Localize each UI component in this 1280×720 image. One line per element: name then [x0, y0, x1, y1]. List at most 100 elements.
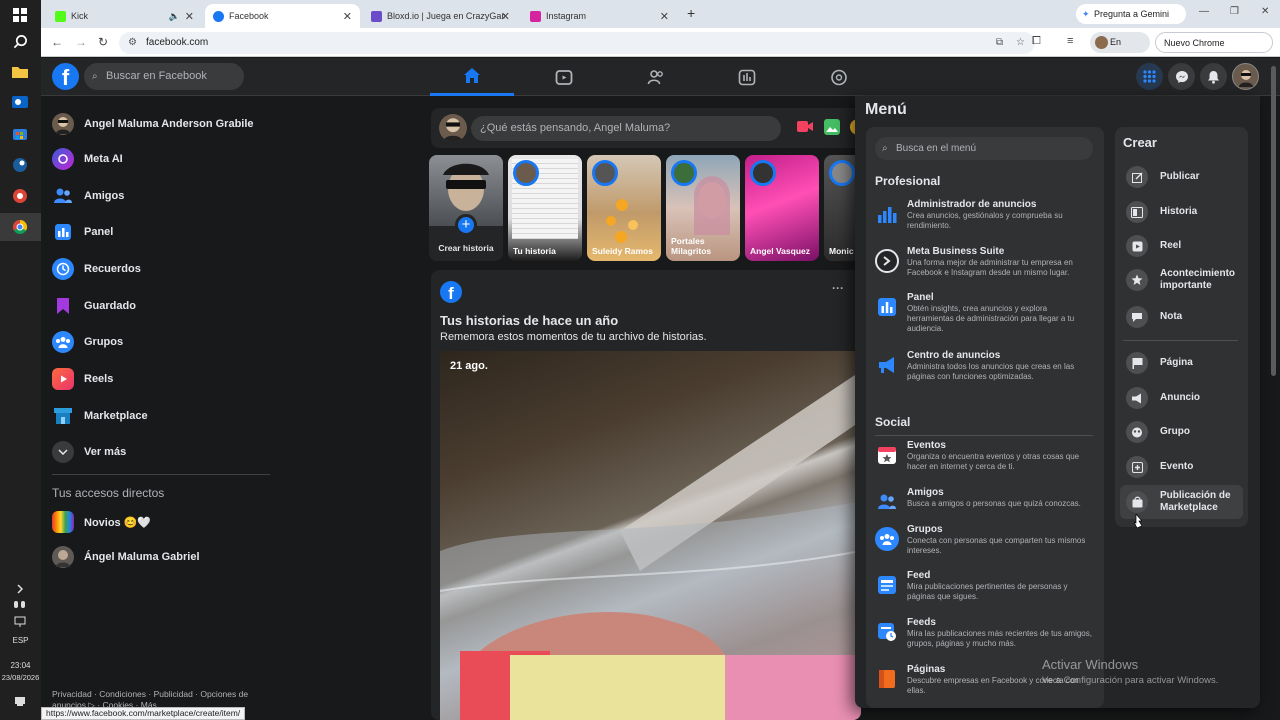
minimize-icon[interactable]: —: [1199, 6, 1209, 17]
add-story-icon[interactable]: +: [455, 214, 477, 236]
nav-dashboard-tab[interactable]: [705, 58, 789, 96]
sidebar-item-groups[interactable]: Grupos: [52, 328, 123, 356]
clock-time[interactable]: 23:04: [0, 661, 41, 670]
microphone-icon[interactable]: [9, 597, 31, 613]
create-ad-button[interactable]: Anuncio: [1120, 381, 1243, 415]
shortcut-label: Novios 😊🤍: [84, 516, 152, 529]
tab-kick[interactable]: Kick 🔈 ✕: [47, 4, 202, 28]
sidebar-item-friends[interactable]: Amigos: [52, 182, 124, 210]
nav-gaming-tab[interactable]: [797, 58, 881, 96]
sidebar-item-marketplace[interactable]: Marketplace: [52, 402, 148, 430]
audio-playing-icon[interactable]: 🔈: [169, 11, 180, 22]
close-tab-icon[interactable]: ✕: [185, 10, 194, 23]
memories-icon: [52, 258, 74, 280]
nav-video-tab[interactable]: [522, 58, 606, 96]
network-icon[interactable]: [9, 614, 31, 630]
menu-item-title: Centro de anuncios: [907, 350, 1001, 361]
create-reel-button[interactable]: Reel: [1120, 229, 1243, 263]
post-options-icon[interactable]: ···: [832, 281, 844, 295]
windows-start-icon[interactable]: [9, 4, 31, 26]
sidebar-item-reels[interactable]: Reels: [52, 365, 113, 393]
reload-icon[interactable]: ↻: [98, 35, 108, 49]
avatar[interactable]: [439, 114, 467, 142]
notifications-button[interactable]: [1200, 63, 1227, 90]
back-icon[interactable]: ←: [51, 35, 63, 49]
install-app-icon[interactable]: ⧉: [996, 32, 1003, 54]
speech-bubble-icon: [1126, 306, 1148, 328]
facebook-search-input[interactable]: ⌕ Buscar en Facebook: [84, 63, 244, 90]
create-item-label: Anuncio: [1160, 392, 1200, 403]
create-story-button[interactable]: Historia: [1120, 195, 1243, 229]
menu-item-desc: Crea anuncios, gestiónalos y comprueba s…: [907, 211, 1063, 230]
messenger-button[interactable]: [1168, 63, 1195, 90]
notifications-icon[interactable]: [9, 692, 31, 710]
menu-item-desc: Obtén insights, crea anuncios y explora …: [907, 304, 1075, 333]
menu-button[interactable]: [1136, 63, 1163, 90]
sidebar-item-see-more[interactable]: Ver más: [52, 438, 126, 466]
update-chrome-button[interactable]: Nuevo Chrome disponible ⋮: [1155, 32, 1273, 69]
create-event-button[interactable]: Evento: [1120, 450, 1243, 484]
gemini-label: Pregunta a Gemini: [1094, 9, 1170, 19]
account-avatar[interactable]: [1232, 63, 1259, 90]
shortcut-item-novios[interactable]: Novios 😊🤍: [52, 508, 151, 536]
profile-button[interactable]: En pausa: [1090, 32, 1150, 68]
media-controls-icon[interactable]: ≡: [1067, 35, 1073, 47]
extensions-icon[interactable]: ⧠: [1032, 35, 1041, 48]
composer-input[interactable]: ¿Qué estás pensando, Angel Maluma?: [471, 116, 781, 141]
create-life-event-button[interactable]: Acontecimiento importante: [1120, 263, 1243, 297]
close-tab-icon[interactable]: ✕: [501, 10, 510, 23]
address-bar[interactable]: ⚙ facebook.com ⧉ ☆: [119, 32, 1035, 54]
page-scrollbar[interactable]: [1271, 66, 1276, 376]
bookmark-star-icon[interactable]: ☆: [1016, 32, 1025, 54]
close-tab-icon[interactable]: ✕: [660, 10, 669, 23]
create-item-label: Evento: [1160, 461, 1194, 472]
sidebar-item-profile[interactable]: Angel Maluma Anderson Grabile: [52, 110, 254, 138]
live-video-icon[interactable]: [797, 120, 814, 138]
menu-search-input[interactable]: ⌕ Busca en el menú: [875, 137, 1093, 160]
search-icon[interactable]: [9, 30, 31, 52]
facebook-logo[interactable]: f: [52, 63, 79, 90]
maximize-icon[interactable]: ❐: [1230, 6, 1239, 17]
nav-home-tab[interactable]: [430, 58, 514, 96]
create-post-button[interactable]: Publicar: [1120, 160, 1243, 194]
store-icon[interactable]: [9, 122, 31, 144]
close-window-icon[interactable]: ✕: [1261, 6, 1269, 17]
sidebar-item-saved[interactable]: Guardado: [52, 292, 136, 320]
language-indicator[interactable]: ESP: [0, 636, 41, 645]
forward-icon[interactable]: →: [75, 35, 87, 49]
create-page-button[interactable]: Página: [1120, 346, 1243, 380]
create-note-button[interactable]: Nota: [1120, 300, 1243, 334]
chevron-right-icon[interactable]: [9, 580, 31, 598]
file-explorer-icon[interactable]: [9, 60, 31, 82]
create-group-button[interactable]: Grupo: [1120, 415, 1243, 449]
tab-instagram[interactable]: Instagram ✕: [522, 4, 677, 28]
gaming-icon: [831, 69, 847, 85]
shortcut-item-angel-maluma-gabriel[interactable]: Ángel Maluma Gabriel: [52, 543, 200, 571]
new-tab-button[interactable]: +: [687, 5, 695, 21]
story-card-portales[interactable]: Portales Milagritos: [666, 155, 740, 261]
flag-icon: [1126, 352, 1148, 374]
steam-icon[interactable]: [9, 154, 31, 176]
tab-facebook[interactable]: Facebook ✕: [205, 4, 360, 28]
photo-video-icon[interactable]: [824, 119, 840, 140]
memory-photo[interactable]: 21 ago.: [440, 351, 861, 720]
chrome-icon[interactable]: [9, 216, 31, 238]
sidebar-item-memories[interactable]: Recuerdos: [52, 255, 141, 283]
story-card-mine[interactable]: Tu historia: [508, 155, 582, 261]
gemini-button[interactable]: ✦ Pregunta a Gemini: [1076, 4, 1186, 24]
clock-date[interactable]: 23/08/2026: [0, 673, 41, 682]
menu-item-desc: Mira las publicaciones más recientes de …: [907, 629, 1092, 648]
nav-friends-tab[interactable]: [614, 58, 698, 96]
story-card-angel-vasquez[interactable]: Angel Vasquez: [745, 155, 819, 261]
close-tab-icon[interactable]: ✕: [343, 10, 352, 23]
story-card-suleidy[interactable]: Suleidy Ramos: [587, 155, 661, 261]
tab-bloxd[interactable]: Bloxd.io | Juega en CrazyGam ✕: [363, 4, 518, 28]
story-card-create[interactable]: + Crear historia: [429, 155, 503, 261]
memories-post: f ··· Tus historias de hace un año Remem…: [431, 270, 861, 720]
outlook-icon[interactable]: [9, 91, 31, 113]
sidebar-item-panel[interactable]: Panel: [52, 218, 113, 246]
sidebar-item-meta-ai[interactable]: Meta AI: [52, 145, 123, 173]
memory-date: 21 ago.: [450, 360, 488, 372]
site-info-icon[interactable]: ⚙: [128, 32, 137, 54]
chrome-app-icon[interactable]: [9, 185, 31, 207]
